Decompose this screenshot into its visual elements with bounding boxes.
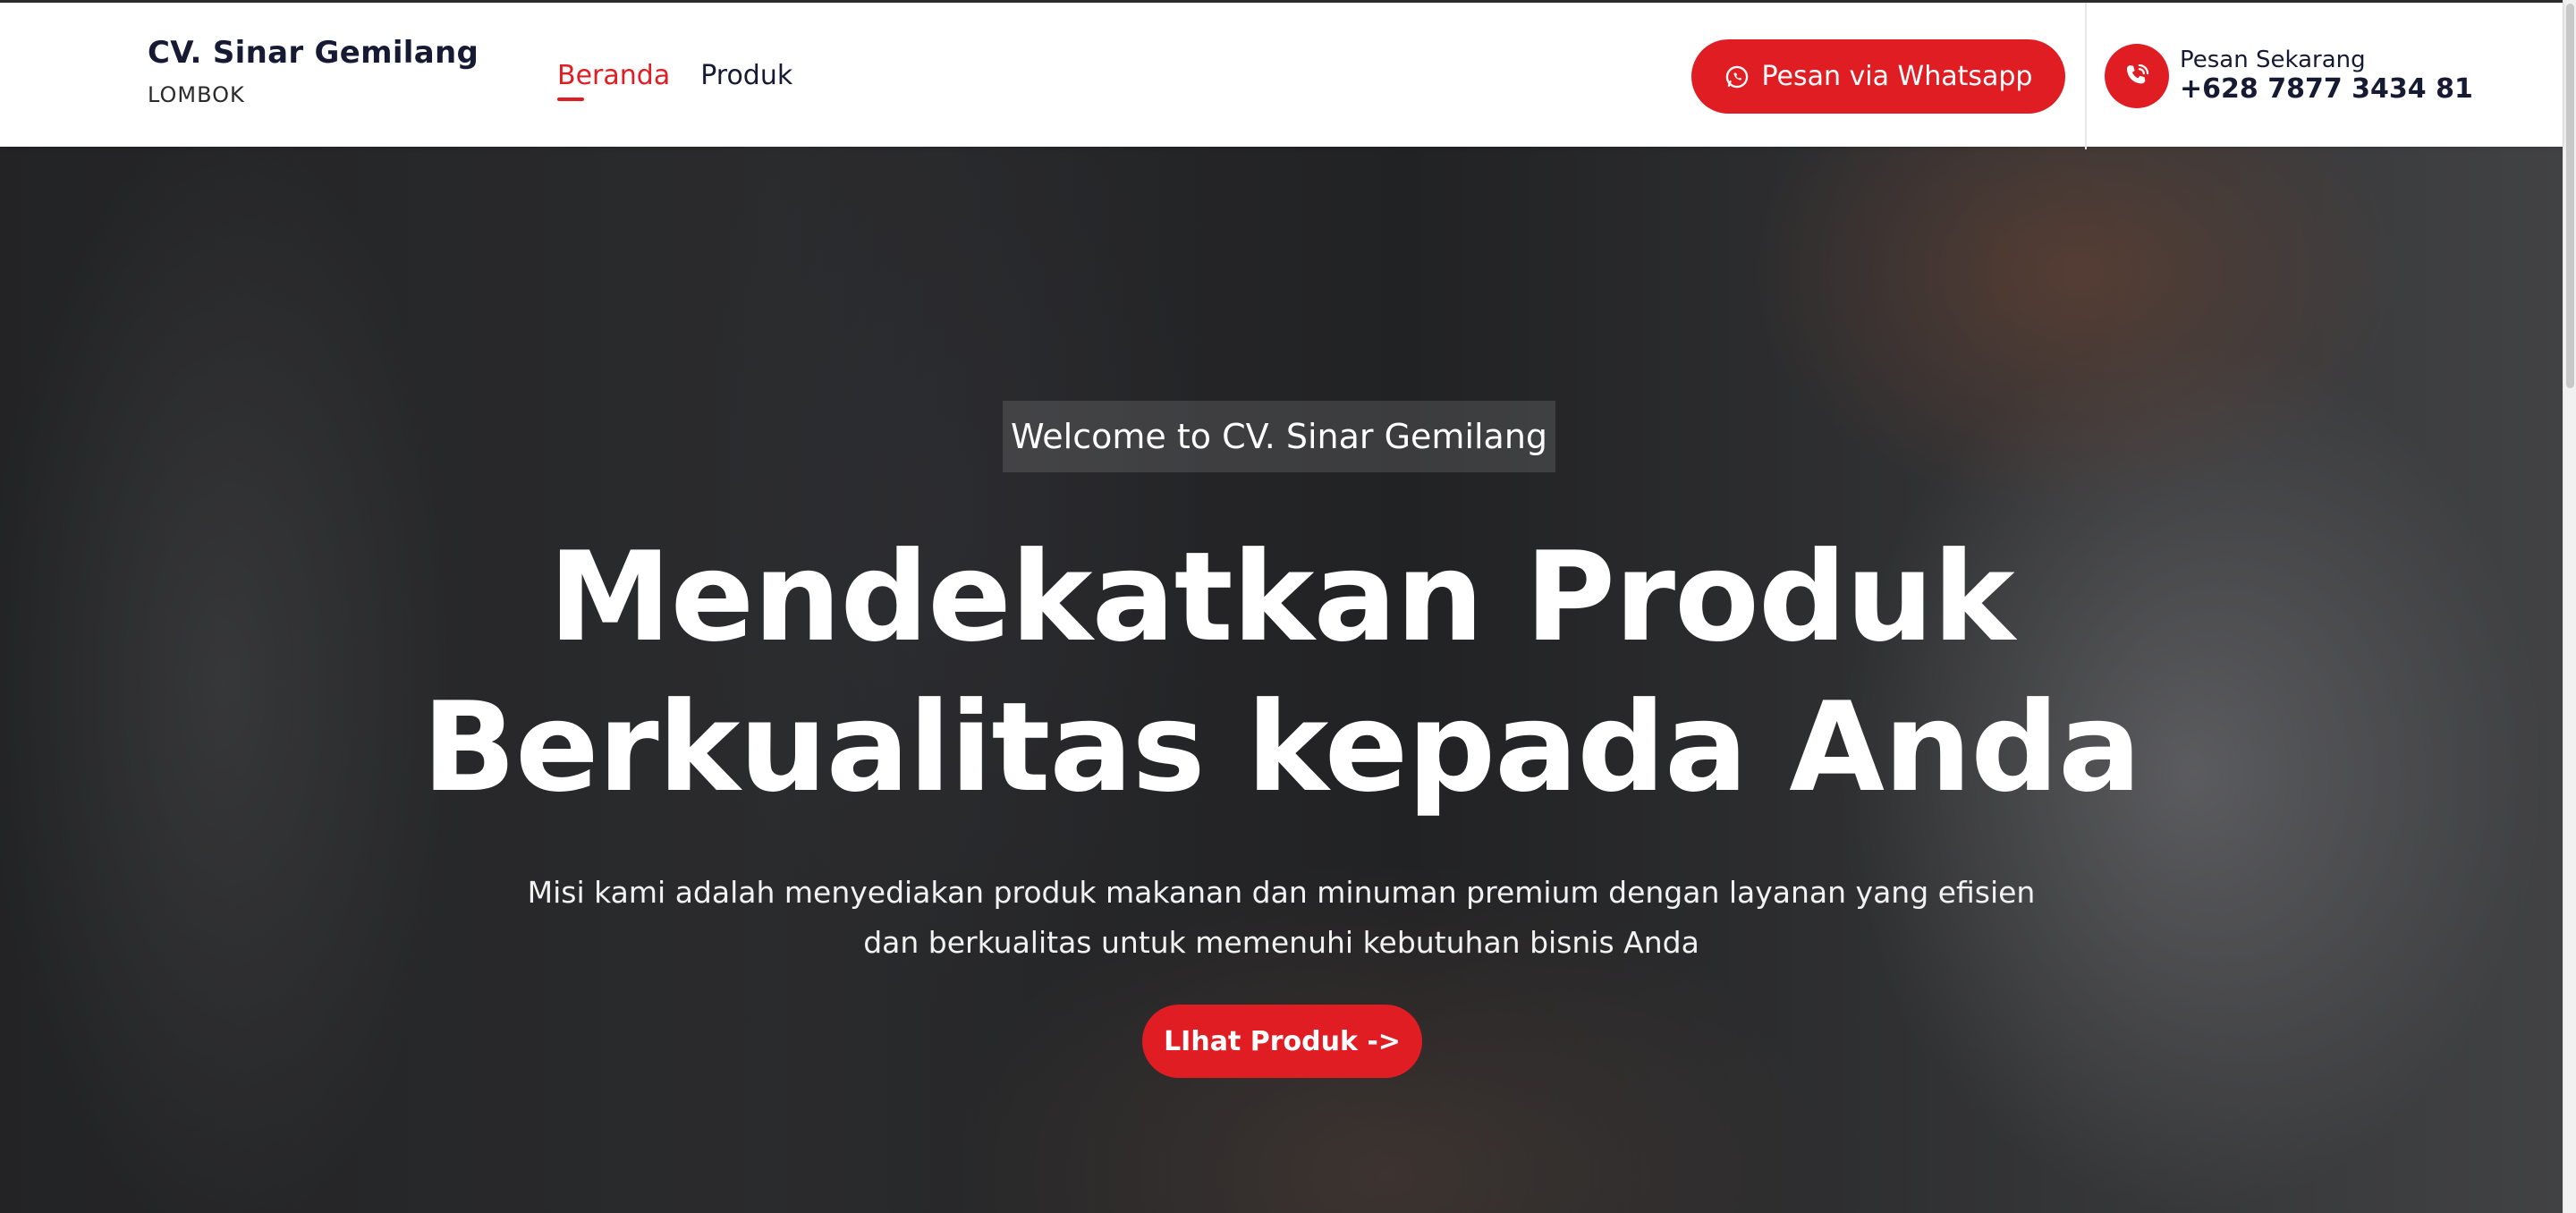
hero-title-line-1: Mendekatkan Produk — [548, 525, 2014, 669]
whatsapp-order-button[interactable]: Pesan via Whatsapp — [1691, 39, 2065, 114]
phone-text: Pesan Sekarang +628 7877 3434 81 — [2180, 47, 2473, 106]
phone-number[interactable]: +628 7877 3434 81 — [2180, 73, 2473, 106]
hero-title: Mendekatkan Produk Berkualitas kepada An… — [394, 522, 2169, 823]
nav-item-beranda[interactable]: Beranda — [557, 58, 670, 101]
brand-name: CV. Sinar Gemilang — [148, 35, 479, 71]
welcome-badge: Welcome to CV. Sinar Gemilang — [1003, 401, 1555, 472]
page: CV. Sinar Gemilang LOMBOK Beranda Produk… — [0, 0, 2576, 1213]
phone-contact[interactable]: Pesan Sekarang +628 7877 3434 81 — [2105, 44, 2473, 108]
site-header: CV. Sinar Gemilang LOMBOK Beranda Produk… — [0, 0, 2563, 149]
phone-icon — [2105, 44, 2169, 108]
page-scrollbar[interactable] — [2563, 0, 2576, 1213]
hero-title-line-2: Berkualitas kepada Anda — [421, 675, 2141, 819]
header-divider — [2085, 3, 2087, 149]
hero-section: Welcome to CV. Sinar Gemilang Mendekatka… — [0, 147, 2563, 1213]
view-products-button[interactable]: LIhat Produk -> — [1142, 1005, 1422, 1078]
brand-location: LOMBOK — [148, 82, 245, 107]
nav-item-produk[interactable]: Produk — [700, 58, 792, 94]
whatsapp-icon — [1724, 64, 1750, 89]
phone-label: Pesan Sekarang — [2180, 47, 2366, 73]
main-nav: Beranda Produk — [557, 58, 792, 101]
whatsapp-button-label: Pesan via Whatsapp — [1761, 61, 2033, 92]
brand[interactable]: CV. Sinar Gemilang LOMBOK — [148, 33, 479, 108]
scrollbar-thumb[interactable] — [2566, 4, 2574, 388]
hero-description: Misi kami adalah menyediakan produk maka… — [527, 875, 2036, 960]
